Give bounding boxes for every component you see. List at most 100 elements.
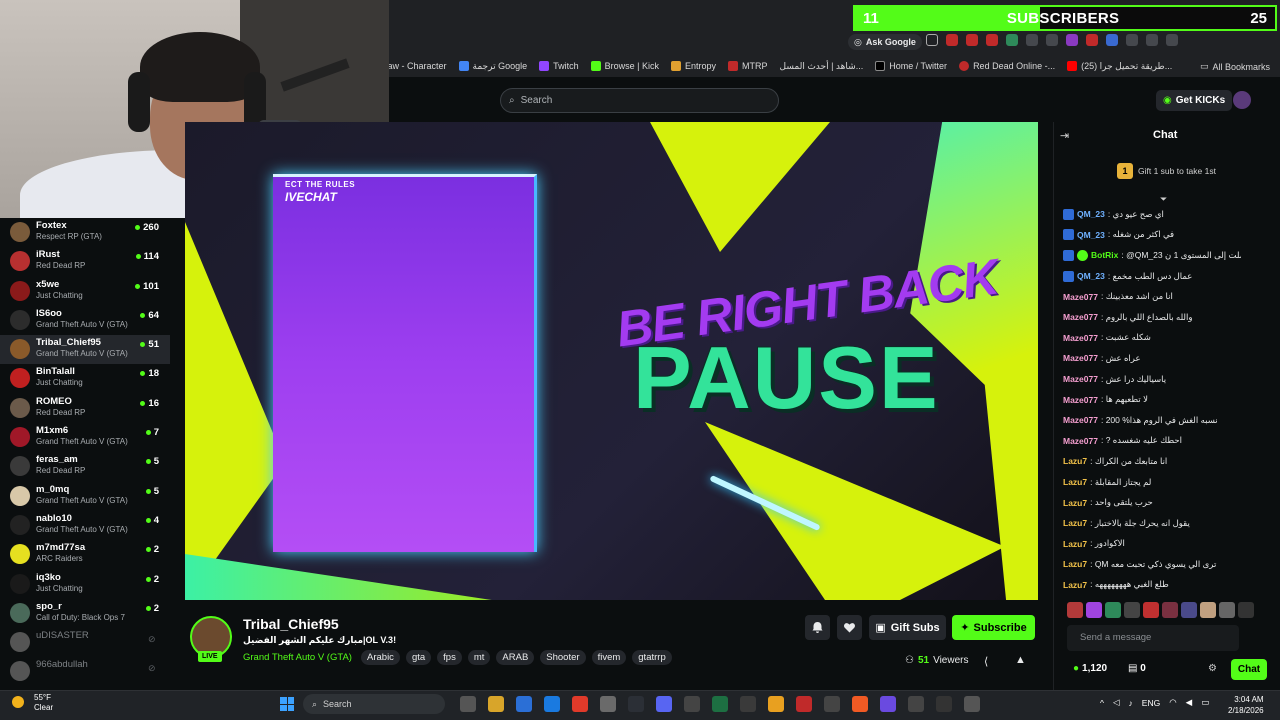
stream-tag[interactable]: fivem [591, 650, 627, 665]
emote-icon[interactable] [1086, 602, 1102, 618]
taskbar-app-icon[interactable] [880, 696, 896, 712]
taskbar-app-icon[interactable] [936, 696, 952, 712]
taskbar-app-icon[interactable] [628, 696, 644, 712]
chat-send-button[interactable]: Chat [1231, 659, 1267, 680]
bookmark-item[interactable]: Twitch [539, 61, 579, 71]
chat-message[interactable]: Lazu7: حرب يلتقى واحد [1063, 492, 1241, 513]
extension-icon[interactable] [966, 34, 978, 46]
taskbar-app-icon[interactable] [656, 696, 672, 712]
emote-icon[interactable] [1067, 602, 1083, 618]
system-clock[interactable]: 3:04 AM 2/18/2026 [1228, 694, 1264, 716]
sidebar-channel-item[interactable]: m_0mq Grand Theft Auto V (GTA) 5 [0, 482, 170, 511]
chat-message[interactable]: QM_23: اي صح عيو دي [1063, 204, 1241, 225]
chat-message[interactable]: Lazu7: الاكوادور [1063, 534, 1241, 555]
taskbar-app-icon[interactable] [600, 696, 616, 712]
stream-tag[interactable]: Shooter [540, 650, 586, 665]
sidebar-channel-item[interactable]: feras_am Red Dead RP 5 [0, 452, 170, 481]
sidebar-channel-item[interactable]: x5we Just Chatting 101 [0, 277, 170, 306]
sidebar-channel-item[interactable]: BinTalall Just Chatting 18 [0, 364, 170, 393]
chat-username[interactable]: Maze077 [1063, 395, 1098, 405]
chat-username[interactable]: Lazu7 [1063, 580, 1087, 590]
chat-settings-icon[interactable]: ⚙ [1208, 663, 1217, 674]
channel-name[interactable]: Tribal_Chief95 [243, 616, 339, 632]
stream-tag[interactable]: fps [437, 650, 462, 665]
language-indicator[interactable]: ENG [1142, 698, 1160, 708]
sidebar-channel-item[interactable]: ROMEO Red Dead RP 16 [0, 394, 170, 423]
extension-icon[interactable] [1026, 34, 1038, 46]
bookmark-item[interactable]: MTRP [728, 61, 768, 71]
search-input[interactable]: ⌕ Search [500, 88, 779, 113]
taskbar-app-icon[interactable] [572, 696, 588, 712]
notification-bell-button[interactable] [805, 615, 830, 640]
chat-username[interactable]: Maze077 [1063, 374, 1098, 384]
chat-message[interactable]: QM_23: في اكثر من شغله [1063, 225, 1241, 246]
emote-icon[interactable] [1219, 602, 1235, 618]
emote-icon[interactable] [1105, 602, 1121, 618]
stream-tag[interactable]: mt [467, 650, 491, 665]
chat-message[interactable]: Maze077: والله بالصداع اللي بالروم [1063, 307, 1241, 328]
extension-icon[interactable] [1126, 34, 1138, 46]
bookmark-item[interactable]: tLaw - Character [380, 61, 447, 71]
taskbar-search[interactable]: ⌕ Search [303, 694, 445, 714]
chat-username[interactable]: BotRix [1091, 250, 1118, 260]
taskbar-app-icon[interactable] [964, 696, 980, 712]
extension-icon[interactable] [1106, 34, 1118, 46]
chest-count[interactable]: ▤ 0 [1128, 663, 1146, 674]
sidebar-channel-item[interactable]: Tribal_Chief95 Grand Theft Auto V (GTA) 51 [0, 335, 170, 365]
chat-username[interactable]: Lazu7 [1063, 539, 1087, 549]
sidebar-channel-item[interactable]: iRust Red Dead RP 114 [0, 247, 170, 276]
ask-google-button[interactable]: ◎ Ask Google [848, 34, 922, 50]
channel-points[interactable]: ● 1,120 [1073, 663, 1107, 674]
emote-icon[interactable] [1143, 602, 1159, 618]
stream-tag[interactable]: ARAB [496, 650, 535, 665]
chat-message[interactable]: Maze077: ياسياليك درا عش [1063, 369, 1241, 390]
chat-username[interactable]: QM_23 [1077, 209, 1105, 219]
taskbar-app-icon[interactable] [796, 696, 812, 712]
chat-message[interactable]: Lazu7: يقول انه يحرك جلة بالاختبار [1063, 513, 1241, 534]
star-icon[interactable] [926, 34, 938, 46]
speaker-icon[interactable]: ◀ [1186, 697, 1193, 708]
share-icon[interactable]: ⟨ [984, 655, 988, 668]
chat-username[interactable]: Maze077 [1063, 415, 1098, 425]
battery-icon[interactable]: ▭ [1201, 697, 1209, 708]
bookmark-item[interactable]: Home / Twitter [875, 61, 947, 71]
chat-username[interactable]: Maze077 [1063, 353, 1098, 363]
chat-message[interactable]: Maze077: انا من اشد معذبينك [1063, 286, 1241, 307]
emote-icon[interactable] [1162, 602, 1178, 618]
chat-username[interactable]: Maze077 [1063, 436, 1098, 446]
chat-message[interactable]: QM_23: عمال دس الطب مخمع [1063, 266, 1241, 287]
extension-icon[interactable] [1046, 34, 1058, 46]
wifi-icon[interactable]: ◠ [1169, 697, 1176, 708]
mic-icon[interactable]: ♪ [1129, 698, 1133, 708]
windows-start-icon[interactable] [280, 697, 294, 711]
get-kicks-button[interactable]: ◉ Get KICKs [1156, 90, 1233, 111]
chat-message[interactable]: Maze077: ? احطك عليه شغسده [1063, 431, 1241, 452]
chat-message[interactable]: Maze077: شكله عشبت [1063, 328, 1241, 349]
chat-username[interactable]: Lazu7 [1063, 456, 1087, 466]
subscribe-button[interactable]: ✦ Subscribe [952, 615, 1035, 640]
chat-message[interactable]: Lazu7: طلع الغبي ههههههههه [1063, 575, 1241, 596]
extension-icon[interactable] [946, 34, 958, 46]
emote-icon[interactable] [1181, 602, 1197, 618]
taskbar-app-icon[interactable] [544, 696, 560, 712]
taskbar-app-icon[interactable] [852, 696, 868, 712]
taskbar-app-icon[interactable] [516, 696, 532, 712]
video-player[interactable]: ECT THE RULES IVECHAT BE RIGHT BACK PAUS… [185, 122, 1038, 600]
taskbar-app-icon[interactable] [712, 696, 728, 712]
chat-message[interactable]: Maze077: 200 %نسبه الغش في الروم هذا [1063, 410, 1241, 431]
chat-message[interactable]: Lazu7: انا متابعك من الكراك [1063, 451, 1241, 472]
chat-username[interactable]: QM_23 [1077, 271, 1105, 281]
chat-message[interactable]: BotRix: @QM_23 وصلت إلى المستوى 1 ن [1063, 245, 1241, 266]
bookmark-item[interactable]: شاهد | أحدث المسل... [780, 61, 864, 72]
emote-icon[interactable] [1124, 602, 1140, 618]
sidebar-channel-item[interactable]: m7md77sa ARC Raiders 2 [0, 540, 170, 569]
menu-icon[interactable] [1166, 34, 1178, 46]
chat-message[interactable]: Maze077: عراه عش [1063, 348, 1241, 369]
chat-message[interactable]: Lazu7: QM ترى الي يسوي ذكي تحبت معه [1063, 554, 1241, 575]
sidebar-offline-item[interactable]: uDISASTER ⊘ [0, 628, 170, 657]
bookmark-item[interactable]: Red Dead Online -... [959, 61, 1055, 71]
chat-username[interactable]: Maze077 [1063, 333, 1098, 343]
taskbar-app-icon[interactable] [768, 696, 784, 712]
sidebar-channel-item[interactable]: iq3ko Just Chatting 2 [0, 570, 170, 599]
bookmark-item[interactable]: (25) طريقة تحميل جرا... [1067, 61, 1172, 72]
